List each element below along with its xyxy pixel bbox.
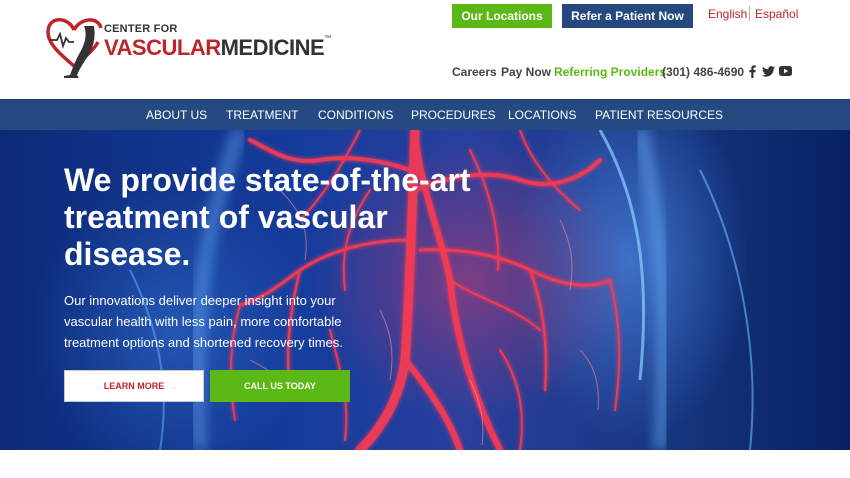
nav-conditions[interactable]: CONDITIONS xyxy=(318,108,393,122)
logo-vascular: VASCULAR xyxy=(104,35,221,60)
call-us-today-button[interactable]: CALL US TODAY xyxy=(210,370,350,402)
nav-locations[interactable]: LOCATIONS xyxy=(508,108,576,122)
hero-section: We provide state-of-the-art treatment of… xyxy=(0,130,850,450)
nav-patient-resources[interactable]: PATIENT RESOURCES xyxy=(595,108,723,122)
referring-providers-link[interactable]: Referring Providers xyxy=(554,65,666,79)
our-locations-button[interactable]: Our Locations xyxy=(452,4,552,28)
logo-line2: VASCULARMEDICINE™ xyxy=(104,35,331,61)
main-nav: ABOUT US TREATMENT CONDITIONS PROCEDURES… xyxy=(0,99,850,130)
nav-treatment[interactable]: TREATMENT xyxy=(226,108,298,122)
site-header: CENTER FOR VASCULARMEDICINE™ Our Locatio… xyxy=(0,0,850,99)
facebook-icon[interactable] xyxy=(749,64,756,78)
nav-procedures[interactable]: PROCEDURES xyxy=(411,108,496,122)
lang-divider xyxy=(749,6,750,21)
refer-patient-button[interactable]: Refer a Patient Now xyxy=(562,4,693,28)
logo-trademark: ™ xyxy=(324,35,331,42)
hero-title: We provide state-of-the-art treatment of… xyxy=(64,162,471,272)
careers-link[interactable]: Careers xyxy=(452,65,497,79)
youtube-icon[interactable] xyxy=(779,64,792,78)
pay-now-link[interactable]: Pay Now xyxy=(501,65,551,79)
lang-english-link[interactable]: English xyxy=(708,7,747,21)
logo-medicine: MEDICINE xyxy=(220,35,325,60)
lang-spanish-link[interactable]: Español xyxy=(755,7,798,21)
site-logo[interactable]: CENTER FOR VASCULARMEDICINE™ xyxy=(44,12,334,78)
twitter-icon[interactable] xyxy=(762,64,775,78)
learn-more-button[interactable]: LEARN MORE xyxy=(64,370,204,402)
hero-subtitle: Our innovations deliver deeper insight i… xyxy=(64,293,343,350)
heart-leg-logo-icon xyxy=(46,18,103,78)
phone-link[interactable]: (301) 486-4690 xyxy=(662,65,744,79)
nav-about-us[interactable]: ABOUT US xyxy=(146,108,207,122)
logo-line1: CENTER FOR xyxy=(104,23,178,35)
